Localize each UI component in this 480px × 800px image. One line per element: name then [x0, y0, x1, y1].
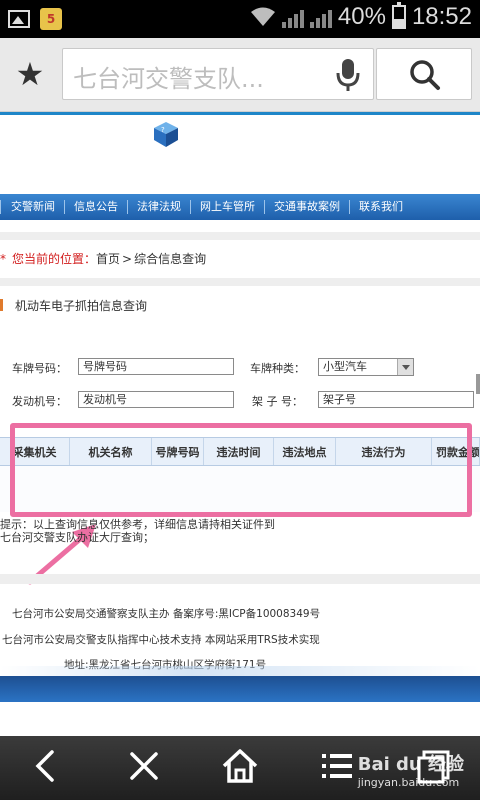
signal-icon-1 [281, 6, 304, 28]
footer-band [0, 666, 480, 702]
nav-item-announcements[interactable]: 信息公告 [64, 200, 127, 214]
highlight-annotation-box [10, 423, 472, 517]
site-logo-icon: ? [152, 120, 180, 148]
nav-item-online-dmv[interactable]: 网上车管所 [190, 200, 264, 214]
plate-type-value: 小型汽车 [323, 360, 367, 373]
image-notification-icon [8, 10, 30, 28]
divider [0, 232, 480, 240]
engine-number-label: 发动机号： [12, 395, 67, 408]
frame-number-input[interactable]: 架子号 [318, 391, 474, 408]
clock: 18:52 [411, 3, 472, 30]
baidu-jingyan-watermark: Bai du 经验 jingyan.baidu.com [358, 750, 464, 789]
divider [0, 278, 480, 286]
html5-notification-icon: 5 [40, 8, 62, 30]
address-bar[interactable]: 七台河交警支队... [62, 48, 374, 100]
microphone-icon[interactable] [333, 57, 363, 93]
section-title: 机动车电子抓拍信息查询 [0, 297, 147, 314]
plate-number-input[interactable]: 号牌号码 [78, 358, 234, 375]
page-scrollbar[interactable] [476, 374, 480, 394]
nav-item-news[interactable]: 交警新闻 [0, 200, 64, 214]
wifi-icon [250, 7, 276, 27]
breadcrumb-home-link[interactable]: 首页 [96, 252, 120, 266]
plate-type-select[interactable]: 小型汽车 [318, 358, 414, 376]
search-button[interactable] [376, 48, 472, 100]
footer-tech-support: 七台河市公安局交警支队指挥中心技术支持 本网站采用TRS技术实现 [2, 634, 320, 646]
divider [0, 574, 480, 584]
search-icon [410, 60, 440, 90]
breadcrumb-label: 您当前的位置： [12, 252, 97, 266]
browser-toolbar: ★ 七台河交警支队... [0, 38, 480, 112]
battery-icon [391, 2, 406, 29]
stop-button[interactable] [120, 746, 168, 790]
watermark-brand: Bai du 经验 [357, 754, 464, 775]
home-button[interactable] [216, 746, 264, 790]
breadcrumb: * 您当前的位置：首页 > 综合信息查询 [0, 250, 206, 267]
plate-number-label: 车牌号码： [12, 362, 67, 375]
main-nav: 交警新闻 信息公告 法律法规 网上车管所 交通事故案例 联系我们 [0, 194, 480, 220]
watermark-url: jingyan.baidu.com [357, 776, 460, 789]
status-bar: 5 40% 18:52 [0, 0, 480, 38]
svg-text:?: ? [161, 126, 165, 134]
section-marker [0, 299, 3, 311]
nav-item-laws[interactable]: 法律法规 [127, 200, 190, 214]
notice-line-2: 七台河交警支队办证大厅查询； [0, 531, 154, 544]
chevron-down-icon [397, 359, 413, 375]
nav-item-accident-cases[interactable]: 交通事故案例 [264, 200, 349, 214]
bookmark-star-icon[interactable]: ★ [12, 56, 48, 92]
nav-item-contact[interactable]: 联系我们 [349, 200, 412, 214]
section-title-text: 机动车电子抓拍信息查询 [15, 299, 148, 313]
signal-icon-2 [309, 6, 332, 28]
breadcrumb-separator: > [122, 252, 133, 266]
breadcrumb-star-icon: * [0, 252, 6, 266]
menu-list-icon [322, 754, 352, 778]
battery-percent: 40% [337, 3, 386, 30]
close-icon [130, 752, 158, 780]
breadcrumb-current: 综合信息查询 [134, 252, 207, 266]
footer-sponsor: 七台河市公安局交通警察支队主办 备案序号:黑ICP备10008349号 [12, 608, 321, 620]
engine-number-input[interactable]: 发动机号 [78, 391, 234, 408]
browser-bottom-bar: Bai du 经验 jingyan.baidu.com [0, 736, 480, 800]
header-accent-line [0, 112, 480, 115]
frame-number-label: 架 子 号： [252, 395, 303, 408]
back-button[interactable] [22, 746, 70, 790]
address-text: 七台河交警支队... [73, 65, 264, 93]
page-end [0, 702, 480, 736]
back-arrow-icon [35, 750, 54, 782]
home-icon [222, 749, 258, 783]
menu-button[interactable] [312, 746, 360, 790]
plate-type-label: 车牌种类： [250, 362, 305, 375]
